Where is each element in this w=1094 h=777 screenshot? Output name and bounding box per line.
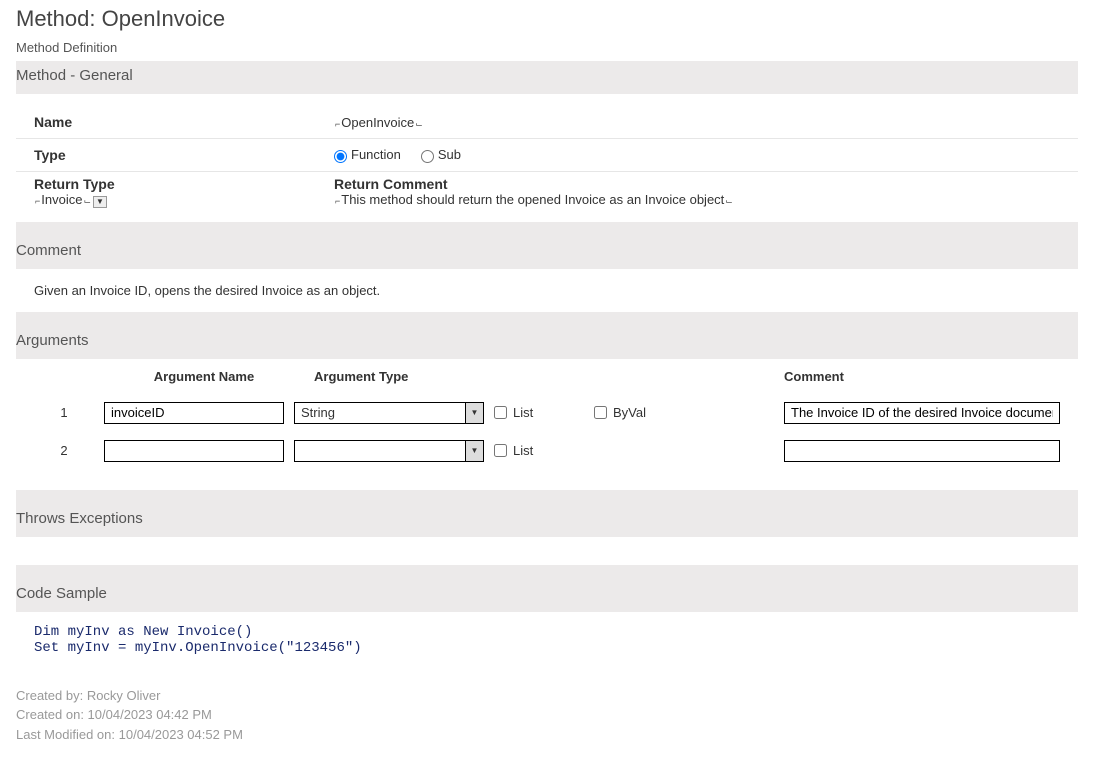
arg-type-value: String [301,405,335,420]
argument-row: 1 String ▼ List ByVal [34,394,1060,432]
arg-name-input[interactable] [104,402,284,424]
section-arguments: Arguments [16,326,1078,359]
name-label: Name [34,114,334,130]
code-sample-text[interactable]: Dim myInv as New Invoice() Set myInv = m… [34,624,1060,656]
general-panel: Name ⌐ OpenInvoice ⌙ Type Function Sub R… [16,94,1078,222]
meta-info: Created by: Rocky Oliver Created on: 10/… [16,686,1078,745]
return-type-dropdown-icon[interactable]: ▼ [93,196,107,208]
field-marker-open-icon: ⌐ [335,119,340,129]
arg-list-label: List [513,405,533,420]
arg-list-checkbox[interactable] [494,444,507,457]
arg-row-number: 2 [34,443,94,458]
field-marker-open-icon: ⌐ [335,196,340,206]
arg-row-number: 1 [34,405,94,420]
arg-header-comment: Comment [784,369,1060,384]
arg-list-label: List [513,443,533,458]
field-marker-close-icon: ⌙ [415,119,423,130]
type-label: Type [34,147,334,163]
argument-row: 2 ▼ List [34,432,1060,470]
modified-on: Last Modified on: 10/04/2023 04:52 PM [16,725,1078,745]
created-by: Created by: Rocky Oliver [16,686,1078,706]
name-field[interactable]: ⌐ OpenInvoice ⌙ [334,115,1060,130]
radio-sub-input[interactable] [421,150,434,163]
throws-panel [16,537,1078,565]
radio-sub[interactable]: Sub [421,147,461,162]
radio-function-input[interactable] [334,150,347,163]
radio-function-label: Function [351,147,401,162]
arg-type-select[interactable]: String ▼ [294,402,484,424]
return-type-value: Invoice [41,192,82,207]
arg-byval-label: ByVal [613,405,646,420]
return-type-label: Return Type [34,176,334,192]
section-comment: Comment [16,236,1078,269]
arg-name-input[interactable] [104,440,284,462]
radio-sub-label: Sub [438,147,461,162]
arg-comment-input[interactable] [784,440,1060,462]
arg-list-checkbox[interactable] [494,406,507,419]
page-title: Method: OpenInvoice [16,6,1078,32]
field-marker-close-icon: ⌙ [83,196,91,207]
section-general: Method - General [16,61,1078,94]
return-comment-label: Return Comment [334,176,1060,192]
comment-text[interactable]: Given an Invoice ID, opens the desired I… [16,269,1078,312]
return-comment-value: This method should return the opened Inv… [341,192,724,207]
section-code: Code Sample [16,579,1078,612]
field-marker-open-icon: ⌐ [35,196,40,206]
name-value: OpenInvoice [341,115,414,130]
type-radio-group: Function Sub [334,147,1060,162]
chevron-down-icon: ▼ [465,403,483,423]
arg-header-name: Argument Name [104,369,304,384]
method-definition-label: Method Definition [16,40,1078,55]
section-throws: Throws Exceptions [16,504,1078,537]
field-marker-close-icon: ⌙ [725,196,733,207]
arg-byval-checkbox[interactable] [594,406,607,419]
chevron-down-icon: ▼ [465,441,483,461]
code-sample-panel: Dim myInv as New Invoice() Set myInv = m… [16,612,1078,668]
arguments-panel: Argument Name Argument Type Comment 1 St… [16,359,1078,490]
arg-comment-input[interactable] [784,402,1060,424]
arg-header-type: Argument Type [314,369,574,384]
return-type-field[interactable]: ⌐ Invoice ⌙ ▼ [34,192,107,208]
radio-function[interactable]: Function [334,147,401,162]
arg-type-select[interactable]: ▼ [294,440,484,462]
return-comment-field[interactable]: ⌐ This method should return the opened I… [334,192,734,207]
created-on: Created on: 10/04/2023 04:42 PM [16,705,1078,725]
